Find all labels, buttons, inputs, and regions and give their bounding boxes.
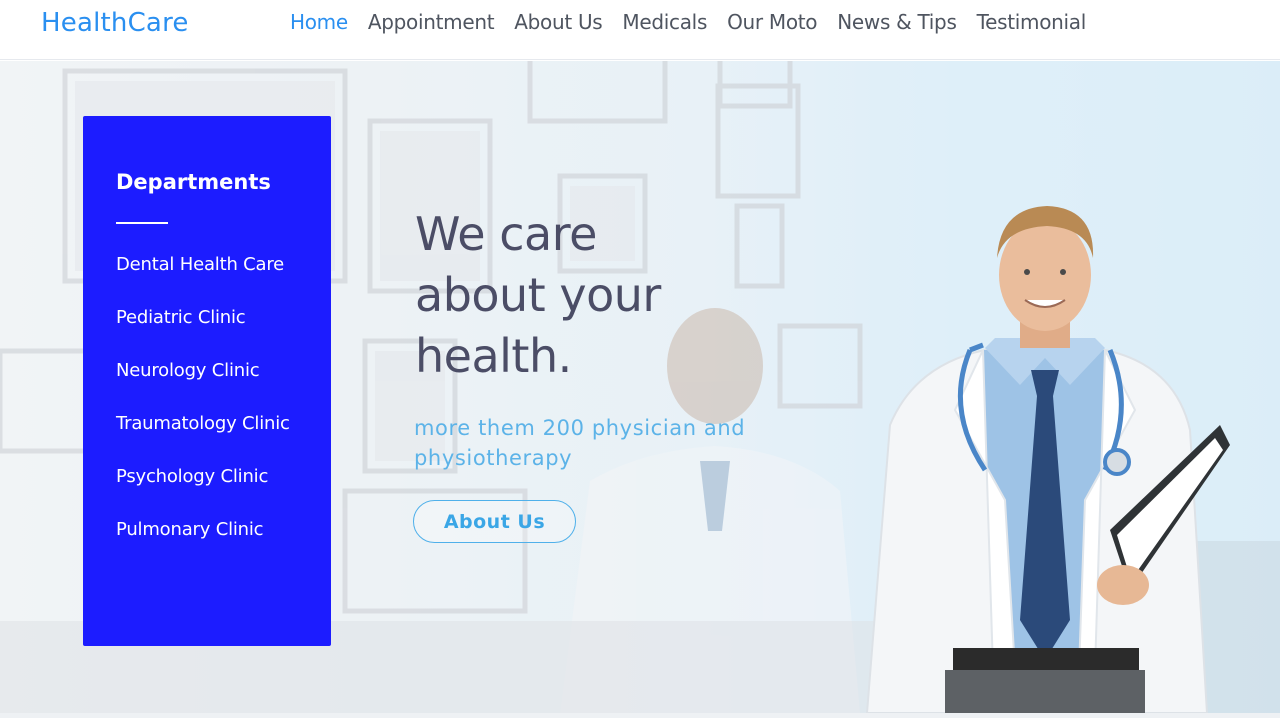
logo[interactable]: HealthCare xyxy=(41,8,189,38)
hero-subtitle: more them 200 physician and physiotherap… xyxy=(414,416,746,470)
nav-about-us[interactable]: About Us xyxy=(514,10,602,34)
nav-medicals[interactable]: Medicals xyxy=(622,10,707,34)
site-header: HealthCare Home Appointment About Us Med… xyxy=(0,0,1280,60)
hero-heading-line1: We care xyxy=(415,207,597,261)
hero-heading-line3: health. xyxy=(415,329,572,383)
hero-heading: We care about your health. xyxy=(415,204,755,387)
hero-heading-line2: about your xyxy=(415,268,661,322)
dept-psychology-clinic[interactable]: Psychology Clinic xyxy=(116,464,316,490)
nav-home[interactable]: Home xyxy=(290,10,348,34)
departments-list: Dental Health Care Pediatric Clinic Neur… xyxy=(116,252,316,570)
title-divider xyxy=(116,222,168,224)
main-nav: Home Appointment About Us Medicals Our M… xyxy=(290,10,1086,34)
nav-appointment[interactable]: Appointment xyxy=(368,10,495,34)
hero-bottom-edge xyxy=(0,713,1280,718)
nav-our-moto[interactable]: Our Moto xyxy=(727,10,817,34)
departments-panel: Departments Dental Health Care Pediatric… xyxy=(83,116,331,646)
dept-pediatric-clinic[interactable]: Pediatric Clinic xyxy=(116,305,316,331)
dept-traumatology-clinic[interactable]: Traumatology Clinic xyxy=(116,411,316,437)
doctor-image xyxy=(865,206,1230,713)
about-us-button[interactable]: About Us xyxy=(413,500,576,543)
nav-news-tips[interactable]: News & Tips xyxy=(837,10,957,34)
dept-neurology-clinic[interactable]: Neurology Clinic xyxy=(116,358,316,384)
departments-title: Departments xyxy=(116,170,271,194)
dept-pulmonary-clinic[interactable]: Pulmonary Clinic xyxy=(116,517,316,543)
dept-dental-health-care[interactable]: Dental Health Care xyxy=(116,252,316,278)
nav-testimonial[interactable]: Testimonial xyxy=(977,10,1087,34)
